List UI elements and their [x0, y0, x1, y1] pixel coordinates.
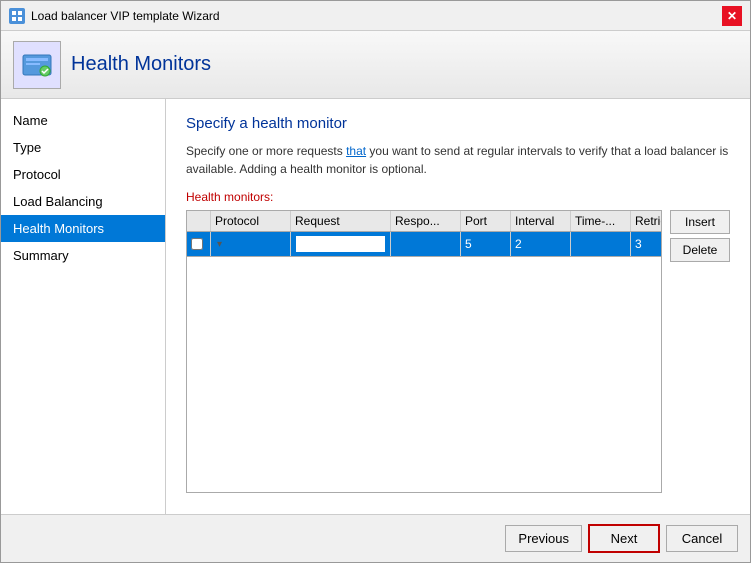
content-area: Specify a health monitor Specify one or … — [166, 99, 750, 514]
header-title: Health Monitors — [71, 53, 211, 76]
close-button[interactable]: ✕ — [722, 6, 742, 26]
sidebar-item-load-balancing[interactable]: Load Balancing — [1, 188, 165, 215]
title-bar: Load balancer VIP template Wizard ✕ — [1, 1, 750, 31]
col-protocol: Protocol — [211, 211, 291, 231]
health-monitors-table: Protocol Request Respo... Port Interval … — [186, 210, 662, 493]
description-link[interactable]: that — [346, 144, 366, 158]
sidebar-item-type[interactable]: Type — [1, 134, 165, 161]
sidebar-item-health-monitors[interactable]: Health Monitors — [1, 215, 165, 242]
next-button[interactable]: Next — [588, 524, 660, 553]
cell-retries: 3 — [631, 232, 662, 256]
sidebar-item-summary[interactable]: Summary — [1, 242, 165, 269]
col-response: Respo... — [391, 211, 461, 231]
table-row[interactable]: ▾ 5 2 3 — [187, 232, 661, 257]
previous-button[interactable]: Previous — [505, 525, 582, 552]
title-bar-left: Load balancer VIP template Wizard — [9, 8, 220, 24]
monitors-container: Protocol Request Respo... Port Interval … — [186, 210, 730, 493]
cell-timeout — [571, 232, 631, 256]
table-body: ▾ 5 2 3 — [187, 232, 661, 492]
section-title: Specify a health monitor — [186, 115, 730, 132]
header-icon — [13, 41, 61, 89]
footer: Previous Next Cancel — [1, 514, 750, 562]
protocol-dropdown-arrow[interactable]: ▾ — [217, 239, 222, 250]
insert-button[interactable]: Insert — [670, 210, 730, 234]
cell-port: 5 — [461, 232, 511, 256]
cell-response — [391, 232, 461, 256]
cell-protocol: ▾ — [211, 232, 291, 256]
sidebar-item-name[interactable]: Name — [1, 107, 165, 134]
col-retries: Retries — [631, 211, 662, 231]
cell-request[interactable] — [291, 232, 391, 256]
row-checkbox[interactable] — [191, 238, 203, 250]
col-timeout: Time-... — [571, 211, 631, 231]
header-banner: Health Monitors — [1, 31, 750, 99]
col-interval: Interval — [511, 211, 571, 231]
monitors-label: Health monitors: — [186, 190, 730, 204]
col-checkbox — [187, 211, 211, 231]
col-request: Request — [291, 211, 391, 231]
sidebar: Name Type Protocol Load Balancing Health… — [1, 99, 166, 514]
cancel-button[interactable]: Cancel — [666, 525, 738, 552]
col-port: Port — [461, 211, 511, 231]
request-input[interactable] — [295, 235, 386, 253]
cell-checkbox — [187, 232, 211, 256]
description-text: Specify one or more requests that you wa… — [186, 142, 730, 178]
cell-interval: 2 — [511, 232, 571, 256]
table-header: Protocol Request Respo... Port Interval … — [187, 211, 661, 232]
main-content: Name Type Protocol Load Balancing Health… — [1, 99, 750, 514]
window-icon — [9, 8, 25, 24]
wizard-window: Load balancer VIP template Wizard ✕ Heal… — [0, 0, 751, 563]
window-title: Load balancer VIP template Wizard — [31, 9, 220, 23]
delete-button[interactable]: Delete — [670, 238, 730, 262]
sidebar-item-protocol[interactable]: Protocol — [1, 161, 165, 188]
side-buttons: Insert Delete — [670, 210, 730, 262]
